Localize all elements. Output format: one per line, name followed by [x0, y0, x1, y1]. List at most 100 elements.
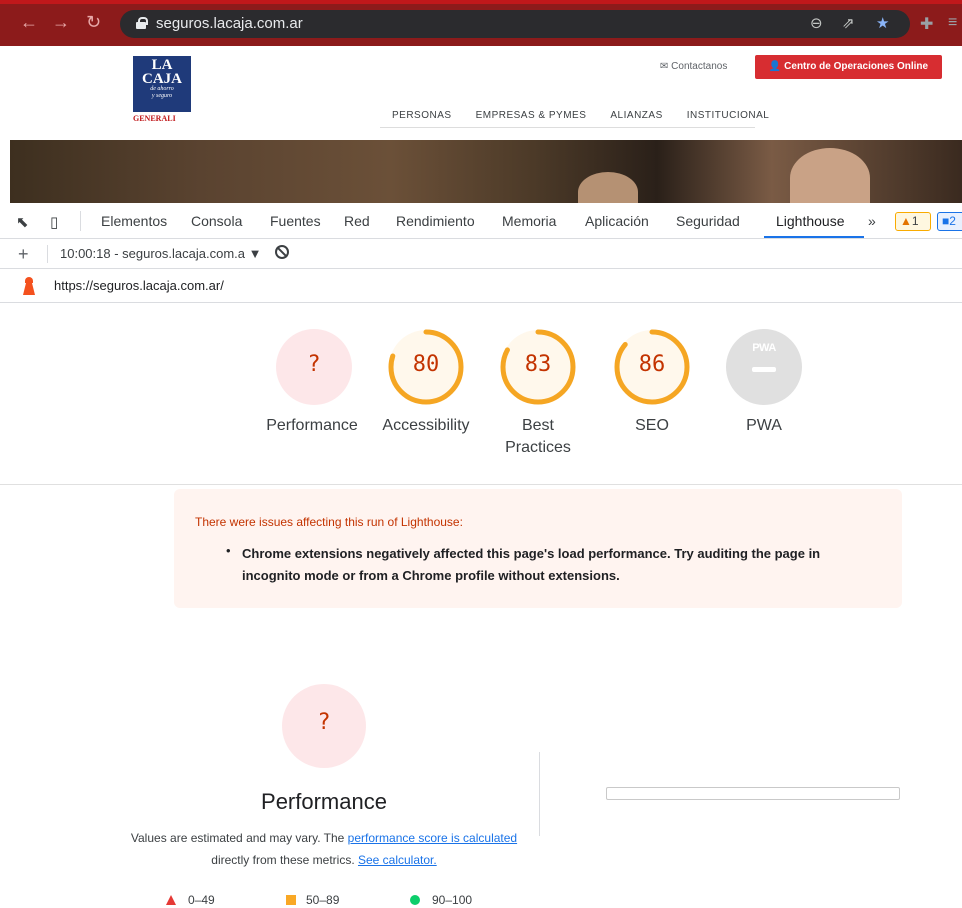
- best-practices-gauge[interactable]: 83: [498, 327, 578, 407]
- pwa-label: PWA: [746, 417, 782, 434]
- tab-consola[interactable]: Consola: [191, 213, 242, 229]
- clear-icon[interactable]: [275, 245, 289, 259]
- report-url-bar: https://seguros.lacaja.com.ar/: [0, 270, 962, 303]
- warning-bullet: •: [226, 543, 231, 558]
- address-url: seguros.lacaja.com.ar: [156, 15, 303, 32]
- performance-title: Performance: [261, 789, 387, 814]
- best-practices-label-text: Best Practices: [505, 417, 571, 456]
- more-tabs-icon[interactable]: »: [868, 213, 876, 229]
- accessibility-gauge[interactable]: 80: [386, 327, 466, 407]
- accessibility-label: Accessibility: [382, 417, 470, 434]
- tab-aplicacion[interactable]: Aplicación: [585, 213, 649, 229]
- tab-fuentes[interactable]: Fuentes: [270, 213, 321, 229]
- best-practices-label: Best Practices: [478, 415, 598, 459]
- lighthouse-icon: [22, 277, 36, 295]
- report-selector-label: 10:00:18 - seguros.lacaja.com.a: [60, 246, 245, 261]
- site-nav: PERSONAS EMPRESAS & PYMES ALIANZAS INSTI…: [380, 106, 781, 125]
- lighthouse-toolbar: + 10:00:18 - seguros.lacaja.com.a ▼: [0, 239, 962, 269]
- tab-elementos[interactable]: Elementos: [101, 213, 167, 229]
- hero-image: [10, 140, 962, 212]
- logo-brand: GENERALI: [133, 114, 176, 123]
- seo-score: 86: [638, 352, 666, 377]
- zoom-icon[interactable]: ⊖: [810, 14, 823, 32]
- legend-pass-label: 90–100: [432, 893, 473, 907]
- device-toolbar-icon[interactable]: ▯: [50, 213, 58, 231]
- lighthouse-warning: There were issues affecting this run of …: [174, 489, 902, 608]
- report-url[interactable]: https://seguros.lacaja.com.ar/: [54, 278, 224, 293]
- pwa-gauge[interactable]: PWA: [724, 327, 804, 407]
- nav-underline: [380, 127, 755, 128]
- website-header: LA CAJA de ahorro y seguro GENERALI ✉ Co…: [0, 46, 962, 140]
- logo-line3: de ahorro: [150, 86, 174, 92]
- pass-circle-icon: [410, 895, 420, 905]
- hero-person: [790, 148, 870, 208]
- lock-icon: [136, 17, 148, 29]
- extensions-icon[interactable]: ✚: [920, 14, 933, 34]
- average-square-icon: [286, 895, 296, 905]
- performance-gauge[interactable]: ?: [274, 327, 354, 407]
- warning-icon: ▲: [900, 214, 912, 228]
- lacaja-logo[interactable]: LA CAJA de ahorro y seguro GENERALI: [133, 56, 193, 128]
- browser-toolbar: ← → ↻ seguros.lacaja.com.ar ⊖ ⇗ ★ ✚ ≡: [0, 0, 962, 46]
- seo-label: SEO: [635, 417, 669, 434]
- legend-fail-label: 0–49: [188, 893, 215, 907]
- accessibility-score: 80: [412, 352, 440, 377]
- forward-icon[interactable]: →: [52, 12, 70, 33]
- section-divider: [0, 484, 962, 485]
- legend-fail: 0–49: [166, 893, 215, 907]
- cta-label: Centro de Operaciones Online: [784, 61, 929, 72]
- performance-label: Performance: [266, 417, 358, 434]
- performance-score-link[interactable]: performance score is calculated: [348, 831, 517, 845]
- warnings-count: 1: [911, 214, 919, 228]
- tab-memoria[interactable]: Memoria: [502, 213, 556, 229]
- menu-icon[interactable]: ≡: [948, 14, 957, 32]
- tab-separator: [80, 211, 81, 231]
- logo-line1: LA: [151, 57, 173, 73]
- online-operations-button[interactable]: 👤 Centro de Operaciones Online: [755, 55, 942, 79]
- performance-large-score: ?: [317, 710, 331, 735]
- toolbar-separator: [47, 245, 48, 263]
- tab-seguridad[interactable]: Seguridad: [676, 213, 740, 229]
- logo-line2: CAJA: [142, 71, 182, 87]
- messages-count: 2: [949, 214, 956, 228]
- warnings-badge[interactable]: ▲1: [895, 212, 931, 231]
- warning-item: Chrome extensions negatively affected th…: [242, 546, 821, 583]
- performance-score: ?: [307, 352, 321, 377]
- nav-empresas[interactable]: EMPRESAS & PYMES: [464, 106, 599, 125]
- performance-large-gauge: ?: [282, 684, 366, 768]
- nav-institucional[interactable]: INSTITUCIONAL: [675, 106, 782, 125]
- warning-heading: There were issues affecting this run of …: [195, 515, 463, 529]
- back-icon[interactable]: ←: [20, 12, 38, 33]
- inspect-element-icon[interactable]: ⬉: [16, 213, 29, 231]
- seo-gauge[interactable]: 86: [612, 327, 692, 407]
- contact-label: Contactanos: [671, 61, 728, 72]
- screenshot-thumbnail: [606, 787, 900, 800]
- fail-triangle-icon: [166, 895, 176, 905]
- messages-badge[interactable]: ■2: [937, 212, 962, 231]
- best-practices-score: 83: [524, 352, 552, 377]
- logo-line4: y seguro: [151, 93, 173, 99]
- see-calculator-link[interactable]: See calculator.: [358, 853, 437, 867]
- pwa-badge-text: PWA: [752, 342, 776, 354]
- report-selector[interactable]: 10:00:18 - seguros.lacaja.com.a ▼: [60, 246, 261, 261]
- tab-lighthouse[interactable]: Lighthouse: [776, 213, 845, 229]
- address-bar[interactable]: seguros.lacaja.com.ar ⊖ ⇗ ★: [120, 10, 910, 38]
- nav-alianzas[interactable]: ALIANZAS: [598, 106, 674, 125]
- performance-description: Values are estimated and may vary. The p…: [130, 827, 518, 871]
- bookmark-star-icon[interactable]: ★: [876, 14, 889, 32]
- legend-average-label: 50–89: [306, 893, 340, 907]
- new-report-icon[interactable]: +: [18, 244, 29, 265]
- nav-personas[interactable]: PERSONAS: [380, 106, 464, 125]
- reload-icon[interactable]: ↻: [86, 12, 101, 33]
- devtools-tabbar: ⬉ ▯ Elementos Consola Fuentes Red Rendim…: [0, 203, 962, 239]
- perf-desc-mid: directly from these metrics.: [211, 853, 358, 867]
- legend-average: 50–89: [286, 893, 339, 907]
- tab-rendimiento[interactable]: Rendimiento: [396, 213, 475, 229]
- column-divider: [539, 752, 540, 836]
- perf-desc-prefix: Values are estimated and may vary. The: [130, 831, 348, 845]
- share-icon[interactable]: ⇗: [842, 14, 855, 32]
- active-tab-indicator: [764, 236, 864, 238]
- tab-red[interactable]: Red: [344, 213, 370, 229]
- legend-pass: 90–100: [410, 893, 472, 907]
- contact-link[interactable]: ✉ Contactanos: [660, 61, 727, 72]
